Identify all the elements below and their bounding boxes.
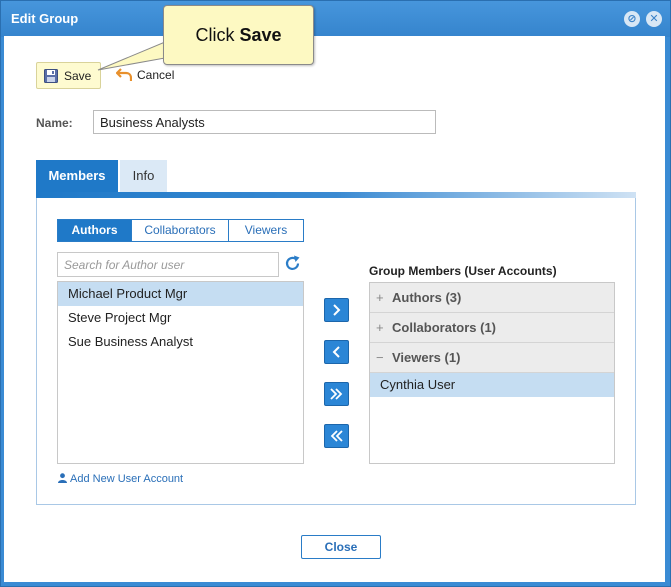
dialog-title: Edit Group: [11, 11, 79, 26]
group-members-heading: Group Members (User Accounts): [369, 264, 557, 278]
add-new-user-link[interactable]: Add New User Account: [58, 473, 183, 485]
instruction-callout: Click Save: [163, 5, 314, 65]
callout-prefix: Click: [195, 25, 235, 45]
group-collaborators-label: Collaborators (1): [392, 320, 497, 335]
double-chevron-left-icon: [330, 430, 343, 442]
add-selected-button[interactable]: [324, 298, 349, 322]
remove-selected-button[interactable]: [324, 340, 349, 364]
expand-icon: +: [376, 290, 384, 305]
remove-all-button[interactable]: [324, 424, 349, 448]
floppy-disk-icon: [44, 69, 58, 83]
tab-info[interactable]: Info: [120, 160, 167, 194]
chevron-right-icon: [333, 304, 341, 316]
user-item-steve[interactable]: Steve Project Mgr: [58, 306, 303, 330]
expand-icon: +: [376, 320, 384, 335]
save-button-label: Save: [64, 69, 92, 83]
name-label: Name:: [36, 116, 73, 130]
add-new-user-label: Add New User Account: [70, 473, 184, 485]
group-authors[interactable]: + Authors (3): [370, 283, 614, 313]
save-button[interactable]: Save: [36, 62, 101, 89]
subtab-collaborators[interactable]: Collaborators: [132, 220, 229, 241]
member-item-cynthia[interactable]: Cynthia User: [370, 373, 614, 397]
callout-pointer: [97, 41, 167, 71]
close-button[interactable]: Close: [301, 535, 381, 559]
dialog-titlebar: Edit Group ⊘ ✕: [1, 1, 670, 37]
role-subtabs: Authors Collaborators Viewers: [57, 219, 304, 242]
collapse-icon: −: [376, 350, 384, 365]
add-all-button[interactable]: [324, 382, 349, 406]
group-members-list: + Authors (3) + Collaborators (1) − View…: [369, 282, 615, 464]
author-search-input[interactable]: [57, 252, 279, 277]
subtab-authors[interactable]: Authors: [58, 220, 132, 241]
group-authors-label: Authors (3): [392, 290, 462, 305]
user-icon: [58, 473, 67, 483]
tab-members[interactable]: Members: [36, 160, 118, 194]
close-icon[interactable]: ✕: [646, 11, 662, 27]
callout-emphasis: Save: [239, 25, 282, 45]
group-viewers-label: Viewers (1): [392, 350, 461, 365]
refresh-icon[interactable]: [284, 255, 301, 272]
available-users-list: Michael Product Mgr Steve Project Mgr Su…: [57, 281, 304, 464]
user-item-sue[interactable]: Sue Business Analyst: [58, 330, 303, 354]
group-collaborators[interactable]: + Collaborators (1): [370, 313, 614, 343]
group-name-input[interactable]: [93, 110, 436, 134]
subtab-viewers[interactable]: Viewers: [229, 220, 303, 241]
user-item-michael[interactable]: Michael Product Mgr: [58, 282, 303, 306]
group-viewers[interactable]: − Viewers (1): [370, 343, 614, 373]
double-chevron-right-icon: [330, 388, 343, 400]
minimize-icon[interactable]: ⊘: [624, 11, 640, 27]
chevron-left-icon: [332, 346, 340, 358]
